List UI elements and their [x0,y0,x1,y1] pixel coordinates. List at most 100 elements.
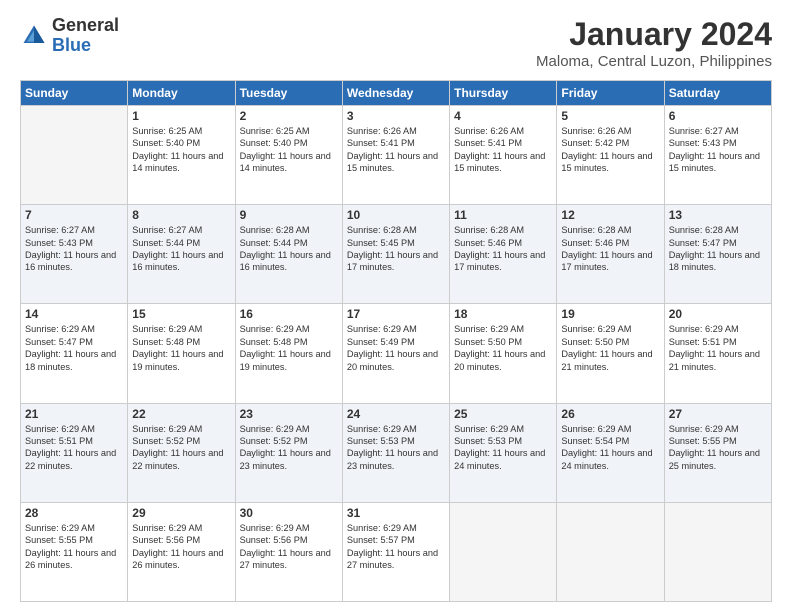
day-number: 28 [25,506,123,520]
day-info: Sunrise: 6:28 AMSunset: 5:47 PMDaylight:… [669,224,767,274]
calendar-cell: 19 Sunrise: 6:29 AMSunset: 5:50 PMDayligh… [557,304,664,403]
calendar-cell [664,502,771,601]
calendar-cell: 11 Sunrise: 6:28 AMSunset: 5:46 PMDayligh… [450,205,557,304]
day-info: Sunrise: 6:29 AMSunset: 5:52 PMDaylight:… [132,423,230,473]
day-number: 24 [347,407,445,421]
calendar-cell: 31 Sunrise: 6:29 AMSunset: 5:57 PMDayligh… [342,502,449,601]
column-header-monday: Monday [128,81,235,106]
calendar-week-row: 28 Sunrise: 6:29 AMSunset: 5:55 PMDayligh… [21,502,772,601]
column-header-sunday: Sunday [21,81,128,106]
day-info: Sunrise: 6:29 AMSunset: 5:56 PMDaylight:… [240,522,338,572]
calendar-cell [21,106,128,205]
day-info: Sunrise: 6:29 AMSunset: 5:51 PMDaylight:… [25,423,123,473]
calendar-cell: 5 Sunrise: 6:26 AMSunset: 5:42 PMDaylight… [557,106,664,205]
day-info: Sunrise: 6:29 AMSunset: 5:57 PMDaylight:… [347,522,445,572]
day-info: Sunrise: 6:27 AMSunset: 5:43 PMDaylight:… [669,125,767,175]
day-info: Sunrise: 6:28 AMSunset: 5:46 PMDaylight:… [454,224,552,274]
day-number: 3 [347,109,445,123]
calendar-cell: 4 Sunrise: 6:26 AMSunset: 5:41 PMDaylight… [450,106,557,205]
day-info: Sunrise: 6:28 AMSunset: 5:44 PMDaylight:… [240,224,338,274]
day-info: Sunrise: 6:29 AMSunset: 5:48 PMDaylight:… [132,323,230,373]
day-number: 17 [347,307,445,321]
logo-icon [20,22,48,50]
day-number: 19 [561,307,659,321]
day-number: 11 [454,208,552,222]
logo-general: General [52,16,119,36]
calendar-cell: 8 Sunrise: 6:27 AMSunset: 5:44 PMDaylight… [128,205,235,304]
calendar-cell: 25Sunrise: 6:29 AMSunset: 5:53 PMDayligh… [450,403,557,502]
calendar-cell: 28 Sunrise: 6:29 AMSunset: 5:55 PMDayligh… [21,502,128,601]
month-year: January 2024 [536,16,772,53]
day-info: Sunrise: 6:28 AMSunset: 5:46 PMDaylight:… [561,224,659,274]
day-number: 10 [347,208,445,222]
day-info: Sunrise: 6:29 AMSunset: 5:51 PMDaylight:… [669,323,767,373]
day-number: 2 [240,109,338,123]
day-number: 1 [132,109,230,123]
day-number: 30 [240,506,338,520]
column-header-thursday: Thursday [450,81,557,106]
location: Maloma, Central Luzon, Philippines [536,53,772,70]
day-info: Sunrise: 6:26 AMSunset: 5:41 PMDaylight:… [347,125,445,175]
day-number: 15 [132,307,230,321]
calendar-cell: 13Sunrise: 6:28 AMSunset: 5:47 PMDayligh… [664,205,771,304]
calendar-cell: 2 Sunrise: 6:25 AMSunset: 5:40 PMDaylight… [235,106,342,205]
day-number: 9 [240,208,338,222]
calendar-cell: 18 Sunrise: 6:29 AMSunset: 5:50 PMDayligh… [450,304,557,403]
day-info: Sunrise: 6:28 AMSunset: 5:45 PMDaylight:… [347,224,445,274]
day-info: Sunrise: 6:27 AMSunset: 5:44 PMDaylight:… [132,224,230,274]
day-info: Sunrise: 6:25 AMSunset: 5:40 PMDaylight:… [240,125,338,175]
calendar-cell: 1Sunrise: 6:25 AMSunset: 5:40 PMDaylight… [128,106,235,205]
day-number: 16 [240,307,338,321]
calendar-week-row: 21Sunrise: 6:29 AMSunset: 5:51 PMDayligh… [21,403,772,502]
logo-text: General Blue [52,16,119,56]
calendar-cell: 16Sunrise: 6:29 AMSunset: 5:48 PMDayligh… [235,304,342,403]
day-number: 29 [132,506,230,520]
calendar-cell: 12 Sunrise: 6:28 AMSunset: 5:46 PMDayligh… [557,205,664,304]
day-number: 7 [25,208,123,222]
calendar-week-row: 7 Sunrise: 6:27 AMSunset: 5:43 PMDaylight… [21,205,772,304]
title-block: January 2024 Maloma, Central Luzon, Phil… [536,16,772,70]
day-number: 20 [669,307,767,321]
calendar-cell: 7 Sunrise: 6:27 AMSunset: 5:43 PMDaylight… [21,205,128,304]
day-number: 25 [454,407,552,421]
calendar-week-row: 1 Sunrise: 6:25 AMSunset: 5:40 PMDaylight… [21,106,772,205]
calendar-cell: 15 Sunrise: 6:29 AMSunset: 5:48 PMDayligh… [128,304,235,403]
calendar-cell: 30 Sunrise: 6:29 AMSunset: 5:56 PMDayligh… [235,502,342,601]
day-number: 18 [454,307,552,321]
day-number: 8 [132,208,230,222]
column-header-tuesday: Tuesday [235,81,342,106]
calendar-cell [557,502,664,601]
day-number: 27 [669,407,767,421]
day-info: Sunrise: 6:26 AMSunset: 5:41 PMDaylight:… [454,125,552,175]
day-number: 12 [561,208,659,222]
calendar-cell: 27 Sunrise: 6:29 AMSunset: 5:55 PMDayligh… [664,403,771,502]
logo: General Blue [20,16,119,56]
day-info: Sunrise: 6:29 AMSunset: 5:50 PMDaylight:… [454,323,552,373]
day-number: 4 [454,109,552,123]
calendar-cell: 3 Sunrise: 6:26 AMSunset: 5:41 PMDaylight… [342,106,449,205]
day-number: 22 [132,407,230,421]
calendar-week-row: 14Sunrise: 6:29 AMSunset: 5:47 PMDayligh… [21,304,772,403]
page: General Blue January 2024 Maloma, Centra… [0,0,792,612]
day-number: 5 [561,109,659,123]
day-info: Sunrise: 6:29 AMSunset: 5:55 PMDaylight:… [669,423,767,473]
day-info: Sunrise: 6:29 AMSunset: 5:49 PMDaylight:… [347,323,445,373]
calendar-cell: 29Sunrise: 6:29 AMSunset: 5:56 PMDayligh… [128,502,235,601]
calendar-cell: 23Sunrise: 6:29 AMSunset: 5:52 PMDayligh… [235,403,342,502]
calendar-cell [450,502,557,601]
calendar-cell: 22 Sunrise: 6:29 AMSunset: 5:52 PMDayligh… [128,403,235,502]
day-number: 14 [25,307,123,321]
calendar-table: SundayMondayTuesdayWednesdayThursdayFrid… [20,80,772,602]
column-header-wednesday: Wednesday [342,81,449,106]
day-info: Sunrise: 6:27 AMSunset: 5:43 PMDaylight:… [25,224,123,274]
day-number: 31 [347,506,445,520]
calendar-cell: 10 Sunrise: 6:28 AMSunset: 5:45 PMDayligh… [342,205,449,304]
day-info: Sunrise: 6:29 AMSunset: 5:55 PMDaylight:… [25,522,123,572]
calendar-cell: 20 Sunrise: 6:29 AMSunset: 5:51 PMDayligh… [664,304,771,403]
header: General Blue January 2024 Maloma, Centra… [20,16,772,70]
column-header-saturday: Saturday [664,81,771,106]
logo-blue: Blue [52,36,119,56]
day-info: Sunrise: 6:29 AMSunset: 5:50 PMDaylight:… [561,323,659,373]
calendar-cell: 14Sunrise: 6:29 AMSunset: 5:47 PMDayligh… [21,304,128,403]
day-info: Sunrise: 6:26 AMSunset: 5:42 PMDaylight:… [561,125,659,175]
